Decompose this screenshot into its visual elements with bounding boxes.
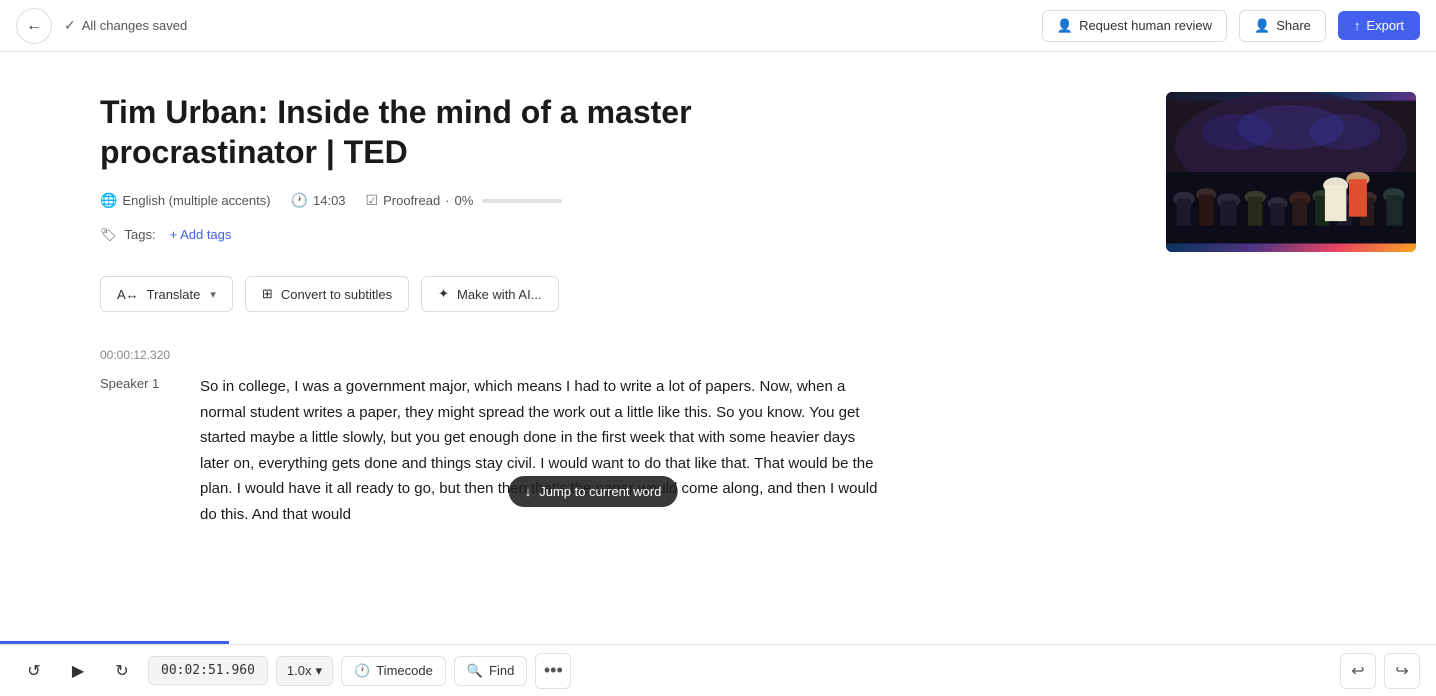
share-button[interactable]: 👤 Share — [1239, 10, 1326, 42]
speed-selector[interactable]: 1.0x ▾ — [276, 656, 333, 686]
play-button[interactable]: ▶ — [60, 653, 96, 689]
saved-text: All changes saved — [82, 18, 188, 33]
export-label: Export — [1366, 18, 1404, 33]
action-buttons: A↔ Translate ▾ ⊞ Convert to subtitles ✦ … — [100, 276, 1086, 312]
forward-icon: ↻ — [115, 661, 128, 681]
find-button[interactable]: 🔍 Find — [454, 656, 527, 686]
play-icon: ▶ — [72, 661, 84, 681]
video-thumbnail — [1166, 92, 1416, 252]
proofread-percent: 0% — [455, 193, 474, 208]
more-icon: ••• — [544, 660, 563, 681]
transcript-timestamp: 00:00:12.320 — [100, 348, 1086, 362]
speed-chevron-icon: ▾ — [316, 663, 323, 679]
globe-icon: 🌐 — [100, 192, 117, 209]
player-bar: ↺ ▶ ↻ 00:02:51.960 1.0x ▾ 🕐 Timecode 🔍 F… — [0, 644, 1436, 696]
add-tags-button[interactable]: + Add tags — [164, 225, 238, 244]
translate-chevron-icon: ▾ — [210, 288, 216, 301]
share-icon: 👤 — [1254, 18, 1270, 34]
editor-area[interactable]: Tim Urban: Inside the mind of a master p… — [0, 52, 1146, 644]
transcript-block: Speaker 1 So in college, I was a governm… — [100, 374, 1086, 527]
proofread-separator: · — [445, 193, 449, 208]
proofread-progress-bar — [482, 199, 562, 203]
make-ai-label: Make with AI... — [457, 287, 542, 302]
main-area: Tim Urban: Inside the mind of a master p… — [0, 52, 1436, 644]
meta-row: 🌐 English (multiple accents) 🕐 14:03 ☑ P… — [100, 192, 1086, 209]
header: ← ✓ All changes saved 👤 Request human re… — [0, 0, 1436, 52]
tags-label: Tags: — [125, 227, 156, 242]
translate-label: Translate — [147, 287, 201, 302]
transcript-text[interactable]: So in college, I was a government major,… — [200, 374, 880, 527]
request-review-button[interactable]: 👤 Request human review — [1042, 10, 1227, 42]
language-value: English (multiple accents) — [122, 193, 270, 208]
export-button[interactable]: ↑ Export — [1338, 11, 1420, 40]
tags-row: 🏷 Tags: + Add tags — [100, 225, 1086, 244]
rewind-button[interactable]: ↺ — [16, 653, 52, 689]
video-preview — [1166, 92, 1416, 252]
rewind-icon: ↺ — [27, 661, 40, 681]
back-button[interactable]: ← — [16, 8, 52, 44]
timecode-label: Timecode — [376, 663, 433, 678]
search-icon: 🔍 — [467, 663, 483, 679]
add-tags-label: + Add tags — [170, 227, 232, 242]
speaker-label: Speaker 1 — [100, 374, 180, 527]
share-label: Share — [1276, 18, 1311, 33]
export-icon: ↑ — [1354, 18, 1361, 33]
editor-scroll-progress — [0, 641, 229, 644]
redo-icon: ↪ — [1395, 661, 1408, 681]
forward-button[interactable]: ↻ — [104, 653, 140, 689]
timecode-button[interactable]: 🕐 Timecode — [341, 656, 446, 686]
check-circle-icon: ☑ — [366, 192, 379, 209]
duration-meta: 🕐 14:03 — [291, 192, 346, 209]
speed-value: 1.0x — [287, 663, 312, 678]
make-ai-button[interactable]: ✦ Make with AI... — [421, 276, 558, 312]
undo-button[interactable]: ↩ — [1340, 653, 1376, 689]
video-panel — [1146, 52, 1436, 644]
back-icon: ← — [26, 17, 42, 35]
saved-status: ✓ All changes saved — [64, 17, 187, 34]
find-label: Find — [489, 663, 514, 678]
convert-label: Convert to subtitles — [281, 287, 392, 302]
timecode-icon: 🕐 — [354, 663, 370, 679]
convert-subtitles-button[interactable]: ⊞ Convert to subtitles — [245, 276, 409, 312]
more-options-button[interactable]: ••• — [535, 653, 571, 689]
translate-icon: A↔ — [117, 287, 139, 302]
review-icon: 👤 — [1057, 18, 1073, 34]
ai-icon: ✦ — [438, 286, 449, 302]
undo-icon: ↩ — [1351, 661, 1364, 681]
document-title: Tim Urban: Inside the mind of a master p… — [100, 92, 780, 172]
proofread-label: Proofread — [383, 193, 440, 208]
request-review-label: Request human review — [1079, 18, 1212, 33]
time-display: 00:02:51.960 — [148, 656, 268, 685]
tag-icon: 🏷 — [100, 227, 117, 243]
redo-button[interactable]: ↪ — [1384, 653, 1420, 689]
subtitles-icon: ⊞ — [262, 286, 273, 302]
language-meta: 🌐 English (multiple accents) — [100, 192, 271, 209]
translate-button[interactable]: A↔ Translate ▾ — [100, 276, 233, 312]
duration-value: 14:03 — [313, 193, 346, 208]
check-icon: ✓ — [64, 17, 76, 34]
clock-icon: 🕐 — [291, 192, 308, 209]
video-preview-svg — [1166, 92, 1416, 252]
proofread-meta: ☑ Proofread · 0% — [366, 192, 563, 209]
